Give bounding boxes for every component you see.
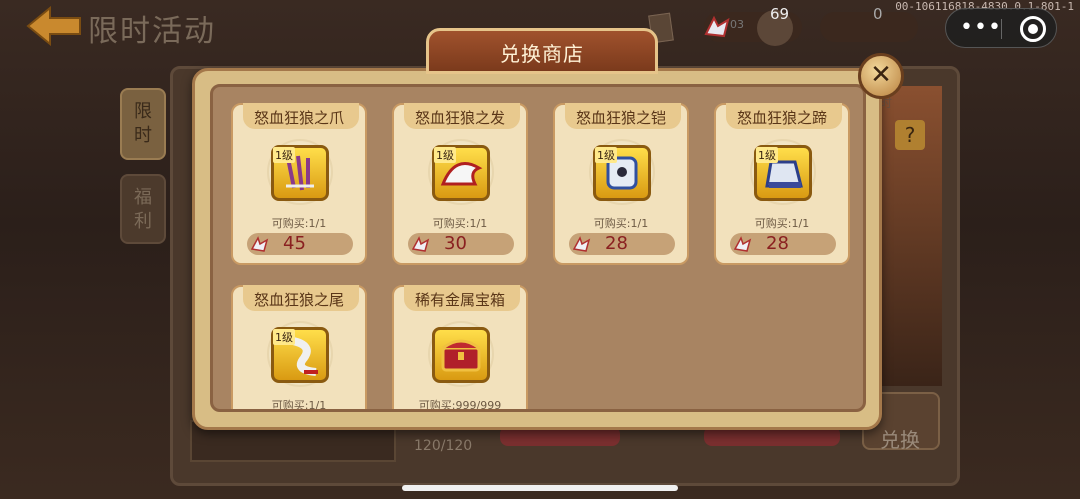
treasure-chest-icon xyxy=(432,327,490,383)
page-title: 限时活动 xyxy=(88,14,216,49)
item-name: 怒血狂狼之爪 xyxy=(253,109,344,127)
item-purchase-limit: 可购买:1/1 xyxy=(593,217,649,230)
home-indicator[interactable] xyxy=(402,485,678,491)
currency-wolf-value: 69 xyxy=(770,5,790,23)
item-price: 45 xyxy=(283,233,306,254)
wolf-token-icon xyxy=(704,14,732,40)
item-price: 28 xyxy=(605,233,628,254)
item-level-badge: 1级 xyxy=(273,329,295,345)
item-level-badge: 1级 xyxy=(756,147,778,163)
currency-second-value: 0 xyxy=(873,5,883,23)
shop-item-card[interactable]: 怒血狂狼之发 1级 可购买:1/1 30 xyxy=(392,103,528,265)
item-price: 28 xyxy=(766,233,789,254)
item-name: 稀有金属宝箱 xyxy=(414,291,505,309)
shop-item-card[interactable]: 怒血狂狼之尾 1级 可购买:1/1 xyxy=(231,285,367,412)
shop-item-card[interactable]: 怒血狂狼之蹄 1级 可购买:1/1 28 xyxy=(714,103,850,265)
wolf-token-icon xyxy=(251,236,269,252)
item-level-badge: 1级 xyxy=(434,147,456,163)
item-name: 怒血狂狼之发 xyxy=(414,109,505,127)
close-target-icon[interactable] xyxy=(1020,16,1046,42)
tab-welfare-label: 福 利 xyxy=(134,187,152,232)
item-price-bar: 30 xyxy=(408,233,514,255)
item-price: 30 xyxy=(444,233,467,254)
shop-item-grid: 怒血狂狼之爪 1级 可购买:1/1 45 怒血狂狼之发 1级 可购买:1/1 3… xyxy=(210,84,866,412)
shop-item-card[interactable]: 怒血狂狼之爪 1级 可购买:1/1 45 xyxy=(231,103,367,265)
wolf-token-icon xyxy=(734,236,752,252)
tab-limited[interactable]: 限 时 xyxy=(120,88,166,160)
shop-item-card[interactable]: 稀有金属宝箱 可购买:999/999 xyxy=(392,285,528,412)
wolf-token-icon xyxy=(412,236,430,252)
capsule-divider xyxy=(1001,19,1002,39)
currency-pill-second xyxy=(820,12,918,42)
item-price-bar: 45 xyxy=(247,233,353,255)
item-name: 怒血狂狼之尾 xyxy=(253,291,344,309)
item-price-bar: 28 xyxy=(569,233,675,255)
item-purchase-limit: 可购买:1/1 xyxy=(432,217,488,230)
wolf-token-icon xyxy=(573,236,591,252)
exchange-button-label: 兑换 xyxy=(880,428,920,452)
item-price-bar: 28 xyxy=(730,233,836,255)
item-purchase-limit: 可购买:1/1 xyxy=(271,217,327,230)
shop-item-card[interactable]: 怒血狂狼之铠 1级 可购买:1/1 28 xyxy=(553,103,689,265)
background-progress: 120/120 xyxy=(414,438,473,454)
question-icon: ? xyxy=(895,120,925,150)
item-purchase-limit: 可购买:1/1 xyxy=(271,399,327,412)
item-name: 怒血狂狼之蹄 xyxy=(736,109,827,127)
tab-welfare[interactable]: 福 利 xyxy=(120,174,166,244)
back-arrow-icon[interactable] xyxy=(26,5,84,47)
close-icon: ✕ xyxy=(870,60,892,90)
item-name: 怒血狂狼之铠 xyxy=(575,109,666,127)
close-button[interactable]: ✕ xyxy=(858,53,904,99)
miniprogram-capsule: ••• xyxy=(945,8,1057,48)
item-level-badge: 1级 xyxy=(595,147,617,163)
tab-limited-label: 限 时 xyxy=(134,101,152,146)
item-level-badge: 1级 xyxy=(273,147,295,163)
currency-dim-value: 03 xyxy=(730,18,744,31)
item-purchase-limit: 可购买:1/1 xyxy=(754,217,810,230)
dialog-title: 兑换商店 xyxy=(500,42,584,66)
item-purchase-limit: 可购买:999/999 xyxy=(418,399,502,412)
more-dots-icon[interactable]: ••• xyxy=(960,15,1002,40)
